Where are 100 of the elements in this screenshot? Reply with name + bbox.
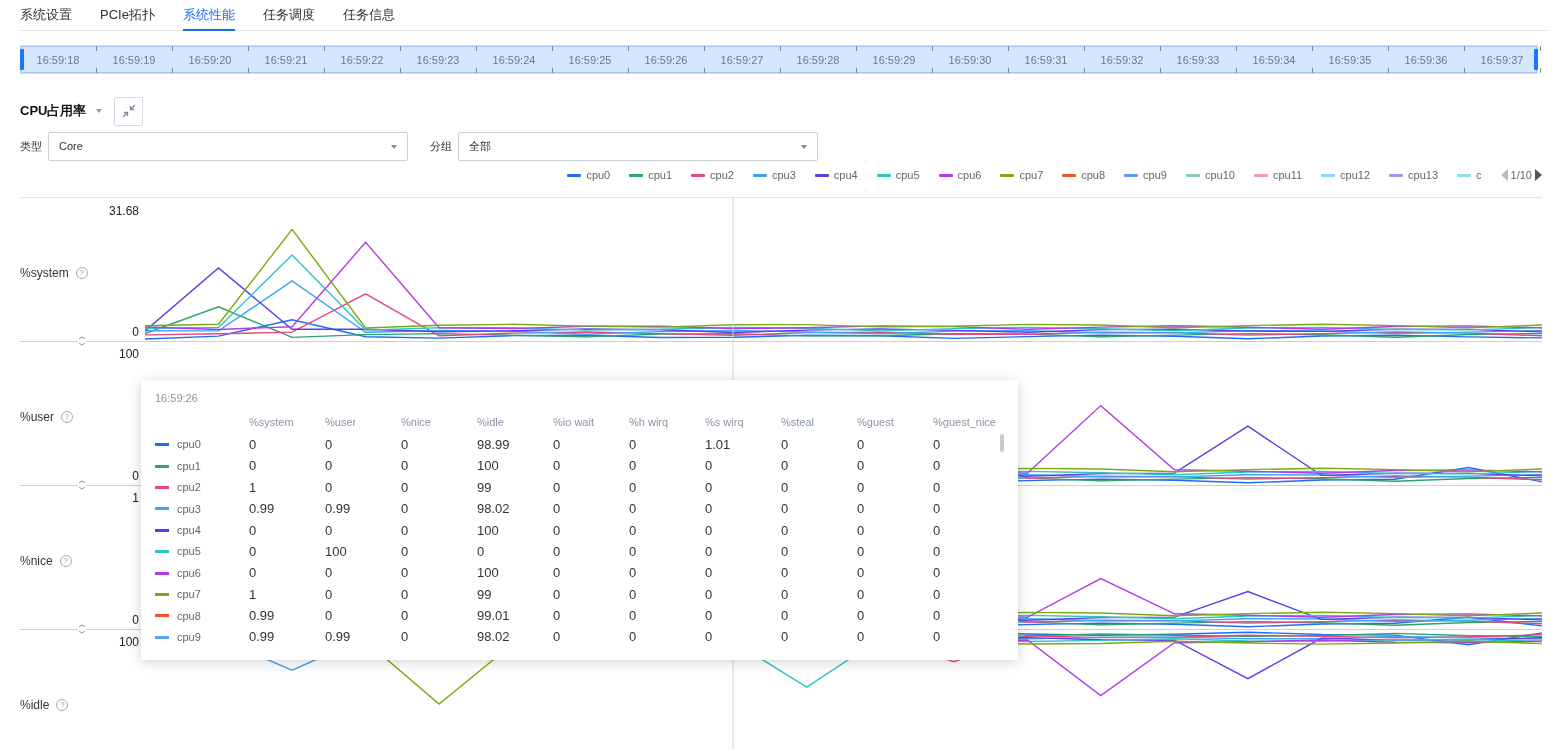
legend-label[interactable]: cpu7 <box>1019 166 1044 184</box>
table-cell-text: 0 <box>705 521 714 540</box>
range-handle[interactable] <box>1534 49 1538 70</box>
legend-label[interactable]: c <box>1476 166 1482 184</box>
table-cell-text: 0 <box>933 435 942 454</box>
table-cell-text: 0.99 <box>249 500 276 519</box>
legend-label[interactable]: cpu6 <box>957 166 982 184</box>
table-cell-text: 0 <box>629 585 638 604</box>
resize-handle[interactable] <box>78 336 86 346</box>
axis-max-label: 100 <box>118 634 139 651</box>
column-header: %guest <box>857 415 895 431</box>
table-cell-text: 0.99 <box>249 607 276 626</box>
axis-max-label: 100 <box>118 346 139 363</box>
table-cell-text: 0 <box>553 542 562 561</box>
table-cell-text: 0 <box>553 585 562 604</box>
table-cell-text: 0 <box>705 564 714 583</box>
time-label: 16:59:25 <box>567 53 613 68</box>
tab[interactable]: 系统设置 <box>20 0 72 31</box>
tab[interactable]: 任务调度 <box>262 0 315 31</box>
table-cell-text: 0 <box>477 542 486 561</box>
collapse-icon <box>120 103 137 119</box>
table-cell-text: 0 <box>781 500 790 519</box>
table-cell-text: 0 <box>705 500 714 519</box>
table-cell-text: 0 <box>249 564 258 583</box>
time-label: 16:59:33 <box>1175 53 1221 68</box>
legend-label[interactable]: cpu12 <box>1340 166 1371 184</box>
table-cell-text: 0 <box>857 542 866 561</box>
chart-label: %user <box>20 409 54 426</box>
next-page-icon[interactable] <box>1535 169 1542 181</box>
table-cell-text: 0 <box>933 500 942 519</box>
table-cell-text: 0 <box>629 564 638 583</box>
column-header: %s wirq <box>705 415 745 431</box>
table-cell-text: 0 <box>325 521 334 540</box>
table-cell-text: 0 <box>781 542 790 561</box>
table-cell-text: 0 <box>629 628 638 647</box>
table-cell-text: 0 <box>857 521 866 540</box>
section-title: CPU占用率 <box>20 102 87 121</box>
table-cell-text: 100 <box>477 564 500 583</box>
axis-max-label: 31.68 <box>108 203 139 220</box>
table-cell-text: 0 <box>401 542 410 561</box>
table-cell-text: 99 <box>477 478 493 497</box>
dropdown[interactable]: Core <box>48 132 408 161</box>
filter-label: 分组 <box>430 139 452 155</box>
legend-label[interactable]: cpu9 <box>1143 166 1167 184</box>
table-cell-text: 0 <box>857 435 866 454</box>
chart-label: %system <box>20 265 69 282</box>
tab[interactable]: 系统性能 <box>182 0 235 31</box>
time-label: 16:59:36 <box>1403 53 1449 68</box>
table-cell-text: 0.99 <box>325 500 352 519</box>
dropdown[interactable]: 全部 <box>458 132 818 161</box>
time-label: 16:59:21 <box>263 53 309 68</box>
table-cell-text: 0 <box>705 628 714 647</box>
table-cell-text: 0 <box>553 478 562 497</box>
legend-label[interactable]: cpu2 <box>710 166 734 184</box>
table-cell-text: 1 <box>249 478 258 497</box>
table-cell-text: 0 <box>933 478 942 497</box>
column-header: %io wait <box>553 415 595 431</box>
legend-label[interactable]: cpu3 <box>771 166 796 184</box>
series-name: cpu6 <box>177 565 201 581</box>
series-name: cpu2 <box>177 480 201 496</box>
table-cell-text: 0 <box>933 564 942 583</box>
tab[interactable]: 任务信息 <box>342 0 395 31</box>
legend-label[interactable]: cpu4 <box>833 166 858 184</box>
column-header: %nice <box>401 415 432 431</box>
legend-label[interactable]: cpu10 <box>1204 166 1235 184</box>
table-cell-text: 98.99 <box>477 435 511 454</box>
table-cell-text: 99 <box>477 585 493 604</box>
tab[interactable]: PCIe拓扑 <box>100 0 155 31</box>
legend-label[interactable]: cpu5 <box>895 166 920 184</box>
series-name: cpu1 <box>177 458 201 474</box>
scrollbar-thumb[interactable] <box>1000 434 1004 452</box>
axis-max-label: 1 <box>132 490 139 507</box>
dropdown-value: Core <box>59 139 83 155</box>
time-label: 16:59:26 <box>643 53 689 68</box>
resize-handle[interactable] <box>78 480 86 490</box>
time-label: 16:59:29 <box>871 53 917 68</box>
legend-label[interactable]: cpu11 <box>1272 166 1303 184</box>
dropdown-value: 全部 <box>469 139 491 155</box>
caret-icon[interactable] <box>96 109 103 113</box>
caret-icon <box>801 144 807 149</box>
series-name: cpu9 <box>177 629 201 645</box>
table-cell-text: 0 <box>553 457 562 476</box>
legend-label[interactable]: cpu8 <box>1081 166 1106 184</box>
axis-min-label: 0 <box>132 324 139 341</box>
legend-label[interactable]: cpu13 <box>1408 166 1439 184</box>
table-cell-text: 0 <box>629 500 638 519</box>
table-cell-text: 0 <box>781 521 790 540</box>
resize-handle[interactable] <box>78 624 86 634</box>
table-cell-text: 0 <box>933 542 942 561</box>
time-label: 16:59:35 <box>1327 53 1373 68</box>
legend-label[interactable]: cpu0 <box>586 166 611 184</box>
table-cell-text: 0 <box>781 607 790 626</box>
tooltip-time: 16:59:26 <box>155 391 199 406</box>
timeline-slider[interactable]: 16:59:18 16:59:19 16:59:20 16:59:21 16:59:22 16:59:23 16:59:24 16:59:25 16:59:26 16:59:27 16:59:28 16:59:29 16:59:30 16:59:31 16:59:32 16:59:33 16:59:34 16:59:35 16:59:36 16:59:37 <box>20 45 1538 74</box>
legend-label[interactable]: cpu1 <box>648 166 673 184</box>
range-handle[interactable] <box>20 49 24 70</box>
collapse-button[interactable] <box>114 96 144 126</box>
caret-icon <box>391 144 397 149</box>
previous-page-icon[interactable] <box>1500 169 1508 181</box>
table-cell-text: 0 <box>401 500 410 519</box>
